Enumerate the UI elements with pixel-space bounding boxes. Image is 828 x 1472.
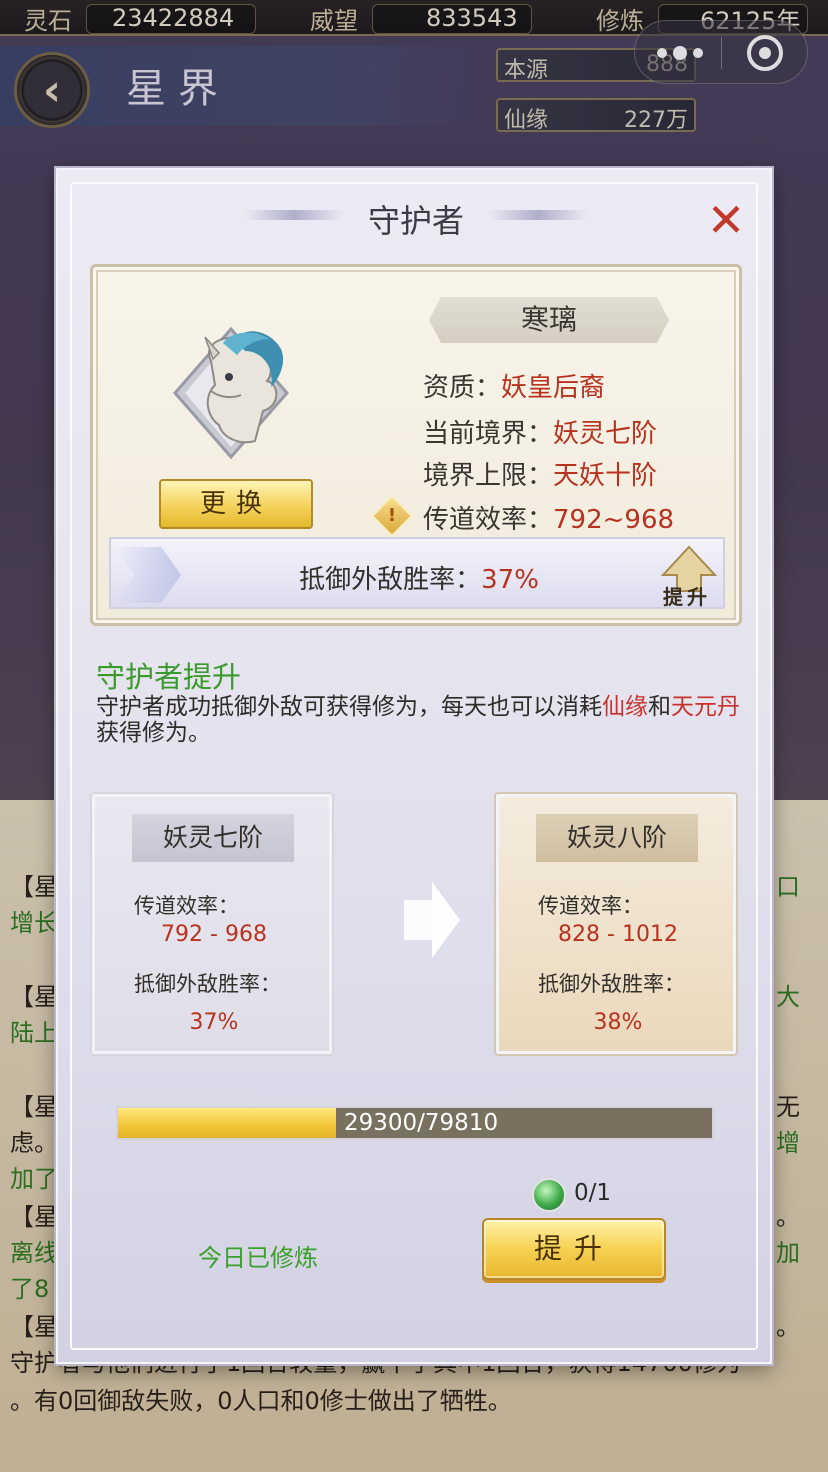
current-defense-label: 抵御外敌胜率： [134,972,281,996]
current-efficiency-label: 传道效率： [134,894,239,918]
defense-rate-label: 抵御外敌胜率： [299,565,482,595]
jade-pill-icon [532,1178,566,1212]
guardian-dialog: 守护者 ✕ 更换 寒璃 资质：妖皇后裔 当前境界：妖灵七阶 境界上限：天妖十阶 … [56,168,772,1364]
progress-text: 29300/79810 [344,1110,499,1136]
dragon-portrait-icon [173,326,289,460]
efficiency-label: 传道效率： [423,505,554,535]
next-defense-value: 38% [593,1010,643,1035]
close-icon[interactable]: ✕ [706,197,746,243]
current-defense-value: 37% [189,1010,239,1035]
next-stage-card: 妖灵八阶 传道效率： 828 - 1012 抵御外敌胜率： 38% [494,792,738,1056]
realm-value: 妖灵七阶 [553,419,658,449]
upgrade-section-title: 守护者提升 [96,660,242,694]
change-guardian-button[interactable]: 更换 [159,479,313,529]
next-efficiency-label: 传道效率： [538,894,643,918]
realm-limit-label: 境界上限： [423,461,554,491]
info-diamond-icon[interactable]: ! [370,494,414,538]
guardian-card: 更换 寒璃 资质：妖皇后裔 当前境界：妖灵七阶 境界上限：天妖十阶 ! 传道效率… [90,264,742,626]
cultivation-progress-bar: 29300/79810 [116,1106,714,1140]
aptitude-value: 妖皇后裔 [501,373,606,403]
dialog-title: 守护者 [367,202,464,240]
next-defense-label: 抵御外敌胜率： [538,972,685,996]
realm-limit-row: 境界上限：天妖十阶 [423,455,657,492]
realm-limit-value: 天妖十阶 [553,461,658,491]
raise-label: 提升 [663,585,711,609]
defense-rate-value: 37% [481,565,539,595]
upgrade-button[interactable]: 提升 [482,1218,666,1280]
next-efficiency-value: 828 - 1012 [558,922,678,947]
aptitude-label: 资质： [423,373,502,403]
realm-row: 当前境界：妖灵七阶 [423,413,657,450]
today-status: 今日已修炼 [198,1244,318,1272]
current-stage-name: 妖灵七阶 [132,814,294,862]
efficiency-value: 792~968 [553,505,675,535]
efficiency-row: 传道效率：792~968 [423,499,674,536]
defense-rate: 抵御外敌胜率：37% [111,559,727,596]
right-arrow-icon [404,882,460,958]
guardian-name: 寒璃 [429,297,669,343]
progress-fill [118,1108,337,1138]
defense-rate-bar: 抵御外敌胜率：37% 提升 [109,537,725,609]
current-stage-card: 妖灵七阶 传道效率： 792 - 968 抵御外敌胜率： 37% [90,792,334,1056]
next-stage-name: 妖灵八阶 [536,814,698,862]
current-efficiency-value: 792 - 968 [161,922,267,947]
item-count: 0/1 [574,1180,612,1206]
realm-label: 当前境界： [423,419,554,449]
upgrade-description: 守护者成功抵御外敌可获得修为，每天也可以消耗仙缘和天元丹获得修为。 [96,694,740,746]
raise-arrow-icon[interactable]: 提升 [657,545,721,609]
aptitude-row: 资质：妖皇后裔 [423,367,605,404]
